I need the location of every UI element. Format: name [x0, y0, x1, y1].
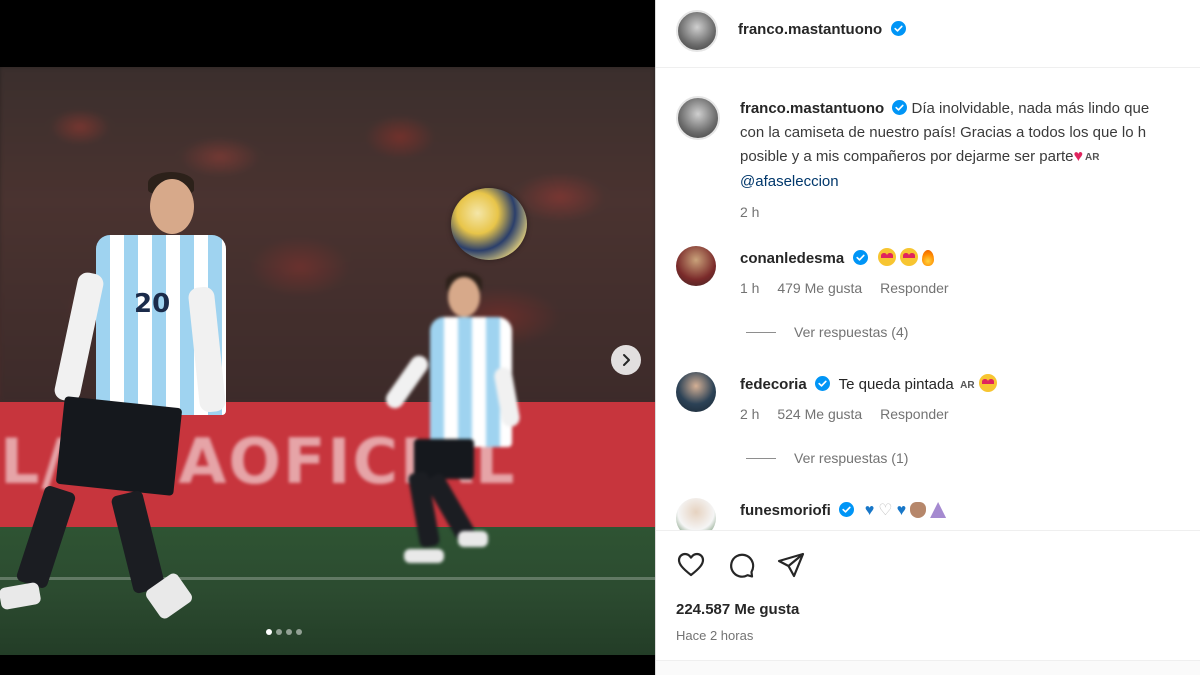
comment-username[interactable]: fedecoria — [740, 376, 807, 393]
view-replies-label: Ver respuestas (1) — [794, 450, 909, 466]
comment-likes[interactable]: 524 Me gusta — [777, 406, 862, 422]
comment-item: conanledesma — [740, 248, 935, 268]
avatar[interactable] — [676, 10, 718, 52]
caption-time: 2 h — [740, 204, 760, 220]
heart-eyes-emoji-icon — [979, 374, 998, 392]
comment-username[interactable]: funesmoriofi — [740, 502, 831, 519]
carousel-dot — [266, 629, 272, 635]
fire-emoji-icon — [922, 250, 935, 266]
caption-avatar[interactable] — [676, 96, 720, 140]
likes-count[interactable]: 224.587 Me gusta — [676, 601, 799, 618]
carousel-dots — [266, 629, 302, 635]
heart-icon[interactable] — [676, 550, 706, 580]
caption-username[interactable]: franco.mastantuono — [740, 100, 884, 117]
post-caption: franco.mastantuono Día inolvidable, nada… — [740, 97, 1200, 224]
football — [451, 188, 527, 260]
reply-button[interactable]: Responder — [880, 406, 949, 422]
share-icon[interactable] — [776, 550, 806, 580]
blue-heart-emoji-icon: ♥ — [896, 502, 907, 519]
verified-badge-icon — [815, 376, 831, 391]
replies-line — [746, 457, 776, 459]
comment-meta: 1 h 479 Me gusta Responder — [740, 280, 963, 296]
comment-item: fedecoria Te queda pintada AR — [740, 374, 1001, 394]
pray-emoji-icon — [930, 502, 947, 518]
view-replies-button[interactable]: Ver respuestas (4) — [746, 324, 908, 340]
comment-text: Te queda pintada — [838, 376, 954, 393]
chevron-right-icon — [623, 354, 630, 366]
white-heart-emoji-icon: ♡ — [878, 502, 893, 519]
caption-text-line1: Día inolvidable, nada más lindo que — [911, 100, 1150, 117]
comment-meta: 2 h 524 Me gusta Responder — [740, 406, 963, 422]
blue-heart-emoji-icon: ♥ — [864, 502, 875, 519]
mention-link[interactable]: @afaseleccion — [740, 173, 839, 190]
jersey-number: 20 — [134, 289, 171, 319]
carousel-dot — [296, 629, 302, 635]
red-heart-icon: ♥ — [1073, 148, 1084, 165]
pitch-line — [0, 577, 655, 580]
heart-eyes-emoji-icon — [900, 248, 919, 266]
carousel-next-button[interactable] — [611, 345, 641, 375]
add-comment-bar[interactable] — [656, 660, 1200, 675]
heart-eyes-emoji-icon — [878, 248, 897, 266]
verified-badge-icon — [890, 21, 906, 36]
verified-badge-icon — [852, 250, 868, 265]
pitch — [0, 527, 655, 655]
carousel-dot — [286, 629, 292, 635]
verified-badge-icon — [839, 502, 855, 517]
comment-username[interactable]: conanledesma — [740, 250, 844, 267]
comment-avatar[interactable] — [676, 498, 716, 530]
comment-icon[interactable] — [726, 550, 756, 580]
view-replies-button[interactable]: Ver respuestas (1) — [746, 450, 908, 466]
comment-avatar[interactable] — [676, 246, 716, 286]
comment-likes[interactable]: 479 Me gusta — [777, 280, 862, 296]
comment-flag: AR — [960, 380, 975, 391]
post-header: franco.mastantuono — [656, 0, 1200, 68]
carousel-dot — [276, 629, 282, 635]
comment-time: 1 h — [740, 280, 760, 296]
caption-text-line2: con la camiseta de nuestro país! Gracias… — [740, 124, 1147, 141]
post-side-panel: franco.mastantuono franco.mastantuono Dí… — [656, 0, 1200, 675]
post-time-ago: Hace 2 horas — [676, 628, 754, 643]
media-pane: L/TE AOFICIAL 20 — [0, 0, 655, 675]
header-username[interactable]: franco.mastantuono — [738, 21, 882, 38]
caption-flag: AR — [1085, 152, 1100, 163]
view-replies-label: Ver respuestas (4) — [794, 324, 909, 340]
reply-button[interactable]: Responder — [880, 280, 949, 296]
verified-badge-icon — [892, 100, 908, 115]
comment-avatar[interactable] — [676, 372, 716, 412]
comment-clip: funesmoriofi ♥ ♡ ♥ — [656, 490, 1200, 530]
comment-item: funesmoriofi ♥ ♡ ♥ — [740, 500, 947, 520]
replies-line — [746, 331, 776, 333]
comment-time: 2 h — [740, 406, 760, 422]
post-photo: L/TE AOFICIAL 20 — [0, 67, 655, 655]
clap-emoji-icon — [910, 502, 927, 518]
caption-text-line3: posible y a mis compañeros por dejarme s… — [740, 148, 1074, 165]
actions-divider — [656, 530, 1200, 531]
